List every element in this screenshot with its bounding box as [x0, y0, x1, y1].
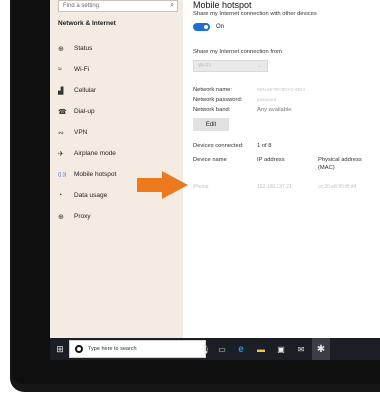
- task-view-icon[interactable]: ▭: [216, 338, 228, 360]
- share-description: Share my Internet connection with other …: [193, 11, 317, 17]
- device-row-mac: cc:20:e8:95:f8:d4: [318, 184, 357, 190]
- taskbar-search-placeholder: Type here to search: [88, 346, 137, 352]
- device-row-ip: 192.168.137.21: [257, 184, 292, 190]
- vpn-icon: ∾: [58, 129, 64, 137]
- devices-connected-label: Devices connected:: [193, 143, 244, 149]
- taskbar-search-box[interactable]: Type here to search: [69, 340, 206, 358]
- settings-window: Find a setting ⌕ Network & Internet ⊕ St…: [50, 0, 380, 360]
- sidebar-item-cellular[interactable]: ▟ Cellular: [58, 80, 178, 101]
- proxy-globe-icon: ⊕: [58, 213, 64, 221]
- data-usage-icon: ◔: [58, 192, 63, 199]
- column-device-name: Device name: [193, 157, 227, 163]
- search-icon[interactable]: ⌕: [170, 2, 174, 10]
- sidebar-item-label: Data usage: [74, 192, 108, 199]
- share-from-dropdown[interactable]: Wi-Fi ⌄: [193, 60, 268, 72]
- taskbar: ⊞ Type here to search 🎙 ▭ e ▬ ▣ ✉ ✱: [50, 338, 380, 360]
- settings-gear-icon[interactable]: ✱: [312, 338, 330, 360]
- store-bag-icon[interactable]: ▣: [274, 338, 288, 360]
- mobile-hotspot-icon: ((·)): [58, 171, 67, 178]
- file-explorer-icon[interactable]: ▬: [254, 338, 268, 360]
- sidebar-item-label: Status: [74, 45, 93, 52]
- find-setting-search[interactable]: Find a setting ⌕: [58, 0, 178, 12]
- airplane-icon: ✈: [58, 150, 64, 158]
- network-band-label: Network band:: [193, 107, 231, 113]
- column-ip-address: IP address: [257, 157, 285, 163]
- devices-connected-value: 1 of 8: [257, 143, 272, 149]
- network-name-value: WIN-8KTRV9OAC-MDA: [257, 87, 306, 92]
- edge-browser-icon[interactable]: e: [234, 338, 248, 360]
- network-password-label: Network password:: [193, 97, 243, 103]
- sidebar-item-label: Dial-up: [74, 108, 95, 115]
- sidebar-item-airplane-mode[interactable]: ✈ Airplane mode: [58, 143, 178, 164]
- sidebar-item-label: Cellular: [74, 87, 97, 94]
- cellular-signal-icon: ▟: [58, 87, 64, 95]
- page-title: Mobile hotspot: [193, 0, 252, 10]
- sidebar-item-label: Airplane mode: [74, 150, 116, 157]
- search-placeholder: Find a setting: [63, 3, 100, 9]
- wifi-icon: ≈: [58, 66, 62, 73]
- sidebar-item-dial-up[interactable]: ☎ Dial-up: [58, 101, 178, 122]
- edit-button[interactable]: Edit: [193, 118, 229, 131]
- hotspot-panel: Mobile hotspot Share my Internet connect…: [185, 0, 380, 338]
- sidebar-item-label: Mobile hotspot: [74, 171, 117, 178]
- sidebar-item-wifi[interactable]: ≈ Wi-Fi: [58, 59, 178, 80]
- network-password-value: password: [257, 97, 277, 102]
- share-from-value: Wi-Fi: [198, 63, 211, 69]
- share-from-label: Share my Internet connection from: [193, 49, 282, 55]
- sidebar-item-status[interactable]: ⊕ Status: [58, 38, 178, 59]
- microphone-icon[interactable]: 🎙: [199, 338, 211, 360]
- cortana-ring-icon: [75, 345, 83, 353]
- network-name-label: Network name:: [193, 87, 232, 93]
- sidebar-item-label: Wi-Fi: [74, 66, 90, 73]
- sidebar-item-label: Proxy: [74, 213, 91, 220]
- start-windows-icon[interactable]: ⊞: [54, 338, 66, 360]
- sidebar-item-vpn[interactable]: ∾ VPN: [58, 122, 178, 143]
- annotation-arrow-shaft: [137, 178, 163, 192]
- sidebar-nav: ⊕ Status ≈ Wi-Fi ▟ Cellular ☎ Dial-up ∾: [58, 38, 178, 227]
- annotation-arrow-head: [162, 171, 188, 199]
- device-row-name: iPhone: [193, 184, 209, 190]
- network-band-value: Any available: [257, 107, 292, 113]
- globe-status-icon: ⊕: [58, 45, 64, 53]
- chevron-down-icon: ⌄: [256, 63, 262, 69]
- settings-sidebar: Find a setting ⌕ Network & Internet ⊕ St…: [50, 0, 183, 338]
- mail-icon[interactable]: ✉: [294, 338, 308, 360]
- sidebar-item-proxy[interactable]: ⊕ Proxy: [58, 206, 178, 227]
- device-frame: Find a setting ⌕ Network & Internet ⊕ St…: [0, 0, 380, 400]
- toggle-state-label: On: [216, 24, 225, 30]
- sidebar-heading: Network & Internet: [58, 20, 116, 27]
- hotspot-toggle[interactable]: [193, 23, 210, 31]
- column-physical-address: Physical address (MAC): [318, 157, 362, 171]
- sidebar-item-label: VPN: [74, 129, 88, 136]
- dial-up-phone-icon: ☎: [58, 108, 67, 116]
